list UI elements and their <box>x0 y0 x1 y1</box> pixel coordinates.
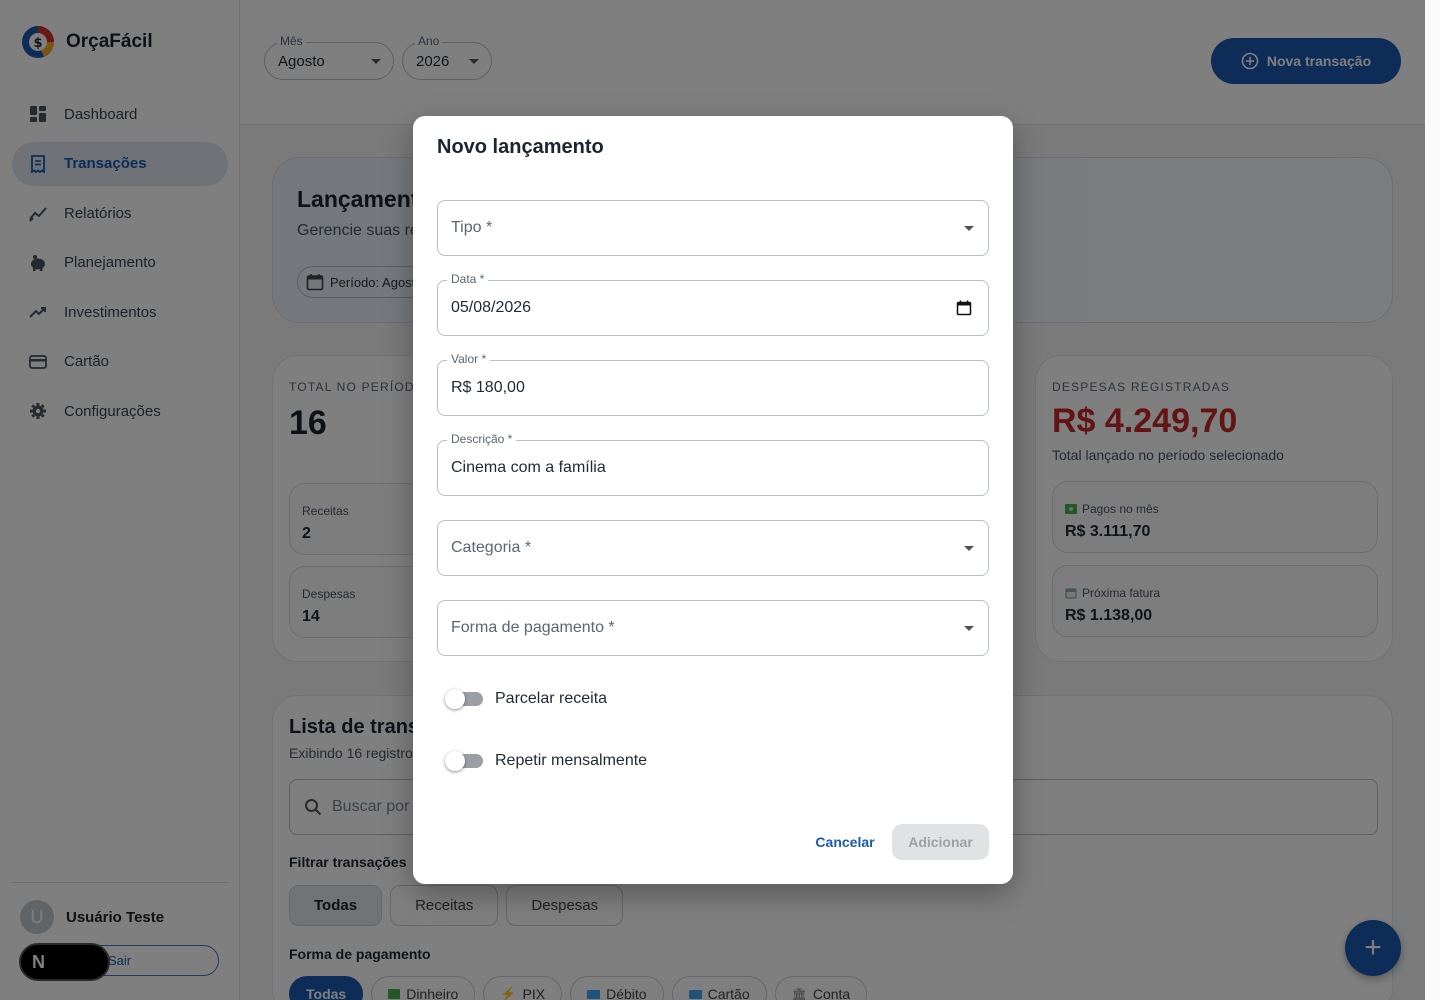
date-field[interactable]: Data * 05/08/2026 <box>437 272 989 336</box>
type-placeholder: Tipo * <box>451 219 493 236</box>
calendar-icon[interactable] <box>956 300 972 316</box>
date-label: Data * <box>447 272 489 286</box>
amount-value: R$ 180,00 <box>451 379 525 396</box>
installments-toggle-row: Parcelar receita <box>445 689 607 709</box>
repeat-toggle[interactable] <box>445 751 483 771</box>
payment-method-placeholder: Forma de pagamento * <box>451 619 615 636</box>
date-value: 05/08/2026 <box>451 299 532 316</box>
installments-toggle[interactable] <box>445 689 483 709</box>
chevron-down-icon <box>964 626 974 631</box>
repeat-toggle-label: Repetir mensalmente <box>495 752 648 769</box>
dialog-title: Novo lançamento <box>437 136 604 158</box>
new-entry-dialog: Novo lançamento Tipo * Data * 05/08/2026… <box>413 116 1013 884</box>
cancel-label: Cancelar <box>815 834 875 850</box>
installments-toggle-label: Parcelar receita <box>495 690 608 707</box>
amount-label: Valor * <box>447 352 491 366</box>
payment-method-select[interactable]: Forma de pagamento * <box>437 600 989 656</box>
chevron-down-icon <box>964 546 974 551</box>
chevron-down-icon <box>964 226 974 231</box>
category-select[interactable]: Categoria * <box>437 520 989 576</box>
amount-field[interactable]: Valor * R$ 180,00 <box>437 352 989 416</box>
switch-thumb <box>445 689 465 709</box>
description-field[interactable]: Descrição * Cinema com a família <box>437 432 989 496</box>
type-select[interactable]: Tipo * <box>437 200 989 256</box>
switch-thumb <box>445 751 465 771</box>
category-placeholder: Categoria * <box>451 539 532 556</box>
description-value: Cinema com a família <box>451 459 606 476</box>
cancel-button[interactable]: Cancelar <box>805 824 885 860</box>
description-label: Descrição * <box>447 432 517 446</box>
repeat-toggle-row: Repetir mensalmente <box>445 751 647 771</box>
add-button[interactable]: Adicionar <box>892 824 989 860</box>
add-label: Adicionar <box>908 834 973 850</box>
scrollbar[interactable] <box>1425 0 1440 1000</box>
